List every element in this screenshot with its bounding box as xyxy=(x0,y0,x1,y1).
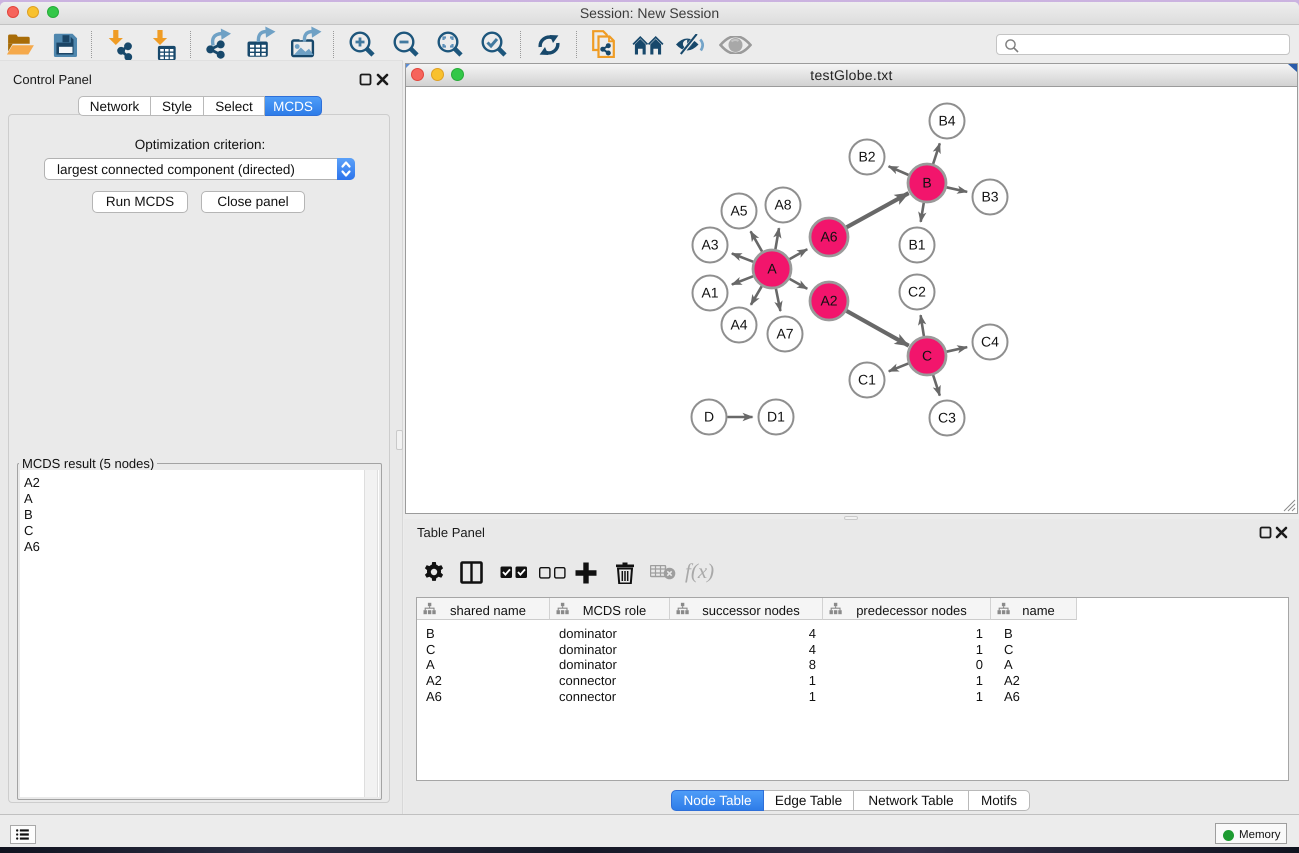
svg-text:C1: C1 xyxy=(858,372,876,388)
svg-text:D: D xyxy=(704,409,714,425)
svg-text:B3: B3 xyxy=(981,189,998,205)
svg-text:A: A xyxy=(767,261,777,277)
svg-text:A7: A7 xyxy=(776,326,793,342)
svg-text:C3: C3 xyxy=(938,410,956,426)
svg-text:D1: D1 xyxy=(767,409,785,425)
svg-text:B: B xyxy=(922,175,931,191)
svg-text:C: C xyxy=(922,348,932,364)
svg-text:C4: C4 xyxy=(981,334,999,350)
svg-text:A2: A2 xyxy=(820,293,837,309)
svg-text:A5: A5 xyxy=(730,203,747,219)
svg-text:B2: B2 xyxy=(858,149,875,165)
svg-text:A3: A3 xyxy=(701,237,718,253)
svg-text:A4: A4 xyxy=(730,317,747,333)
svg-text:A8: A8 xyxy=(774,197,791,213)
svg-text:B1: B1 xyxy=(908,237,925,253)
svg-text:B4: B4 xyxy=(938,113,955,129)
svg-text:A1: A1 xyxy=(701,285,718,301)
svg-text:C2: C2 xyxy=(908,284,926,300)
svg-text:A6: A6 xyxy=(820,229,837,245)
